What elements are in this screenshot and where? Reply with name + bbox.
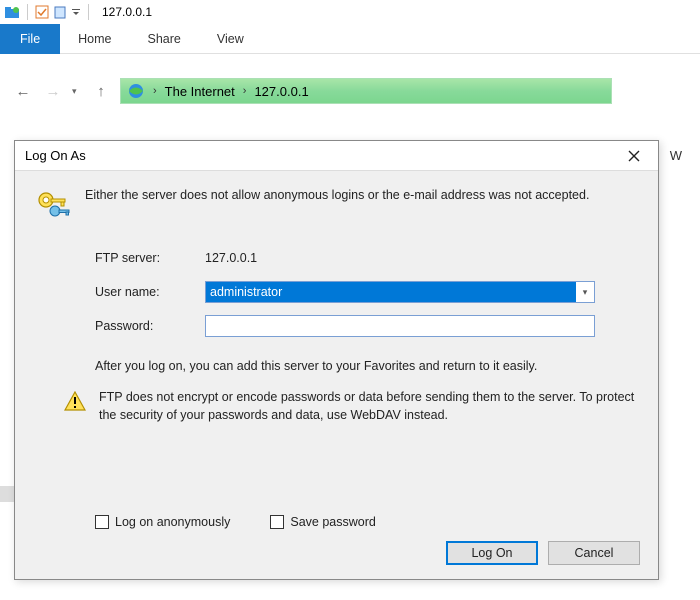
username-field[interactable] [205,281,595,303]
separator [88,4,89,20]
qat-item-icon[interactable] [35,5,49,19]
close-button[interactable] [620,144,648,168]
window-title: 127.0.0.1 [102,5,152,19]
breadcrumb[interactable]: › The Internet › 127.0.0.1 [120,78,612,104]
warning-text: FTP does not encrypt or encode passwords… [99,389,640,424]
navbar: ← → ↑ › The Internet › 127.0.0.1 [0,68,700,114]
tab-view[interactable]: View [199,24,262,54]
breadcrumb-item[interactable]: The Internet [165,84,235,99]
save-password-label: Save password [290,515,375,529]
tab-file[interactable]: File [0,24,60,54]
checkbox-icon [270,515,284,529]
tab-share[interactable]: Share [130,24,199,54]
ribbon: File Home Share View [0,24,700,54]
chevron-down-icon[interactable] [576,287,594,298]
password-label: Password: [95,319,205,333]
logon-dialog: Log On As Either the server does not all… [14,140,659,580]
explorer-icon [4,4,20,20]
qat-dropdown-icon[interactable] [71,7,81,17]
titlebar: 127.0.0.1 [0,0,700,24]
chevron-right-icon[interactable]: › [243,85,247,97]
ftp-server-value: 127.0.0.1 [205,251,257,265]
breadcrumb-item[interactable]: 127.0.0.1 [254,84,308,99]
logon-anonymously-label: Log on anonymously [115,515,230,529]
tab-home[interactable]: Home [60,24,129,54]
checkbox-icon [95,515,109,529]
save-password-checkbox[interactable]: Save password [270,515,375,529]
dialog-title: Log On As [25,148,620,163]
username-input[interactable] [206,282,576,302]
nav-back-icon[interactable]: ← [12,80,34,102]
password-field[interactable] [205,315,595,337]
warning-icon [63,389,87,413]
cancel-button[interactable]: Cancel [548,541,640,565]
separator [27,4,28,20]
chevron-right-icon[interactable]: › [153,85,157,97]
internet-icon [127,82,145,100]
dialog-message: Either the server does not allow anonymo… [85,187,640,204]
dialog-titlebar: Log On As [15,141,658,171]
nav-recent-dropdown-icon[interactable] [72,86,82,97]
nav-up-icon[interactable]: ↑ [90,80,112,102]
logon-anonymously-checkbox[interactable]: Log on anonymously [95,515,230,529]
username-label: User name: [95,285,205,299]
qat-item-icon[interactable] [53,5,67,19]
ftp-server-label: FTP server: [95,251,205,265]
nav-forward-icon: → [42,80,64,102]
hint-text: After you log on, you can add this serve… [95,359,640,373]
keys-icon [33,187,73,227]
truncated-label: W [670,148,682,163]
logon-button[interactable]: Log On [446,541,538,565]
